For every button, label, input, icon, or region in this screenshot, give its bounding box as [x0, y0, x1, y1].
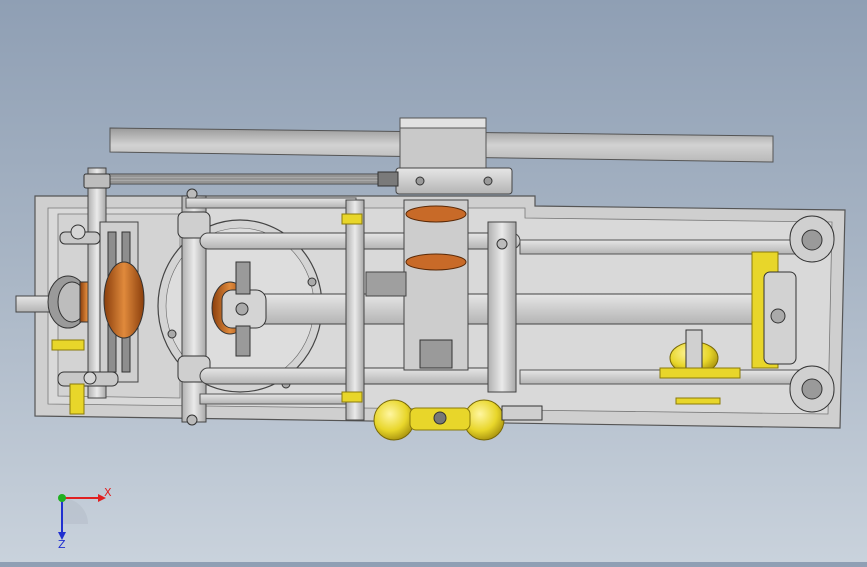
x-axis-label: X [104, 486, 112, 499]
right-pivot-bottom[interactable] [789, 365, 835, 413]
axis-triad: X Z [40, 480, 120, 551]
y-axis-dot [58, 494, 66, 502]
crosshead-guide-right[interactable] [487, 221, 517, 393]
axis-triad-graphic: X Z [58, 486, 112, 551]
assembly-model[interactable] [0, 0, 867, 562]
right-pivot-top[interactable] [789, 215, 835, 263]
triad-shade [62, 498, 88, 524]
left-shaft-housing[interactable] [15, 275, 95, 329]
z-axis-label: Z [58, 538, 66, 550]
threaded-tie-rod[interactable] [91, 171, 399, 187]
cad-viewport[interactable] [0, 0, 867, 562]
crosshead-guide-left[interactable] [177, 188, 211, 426]
